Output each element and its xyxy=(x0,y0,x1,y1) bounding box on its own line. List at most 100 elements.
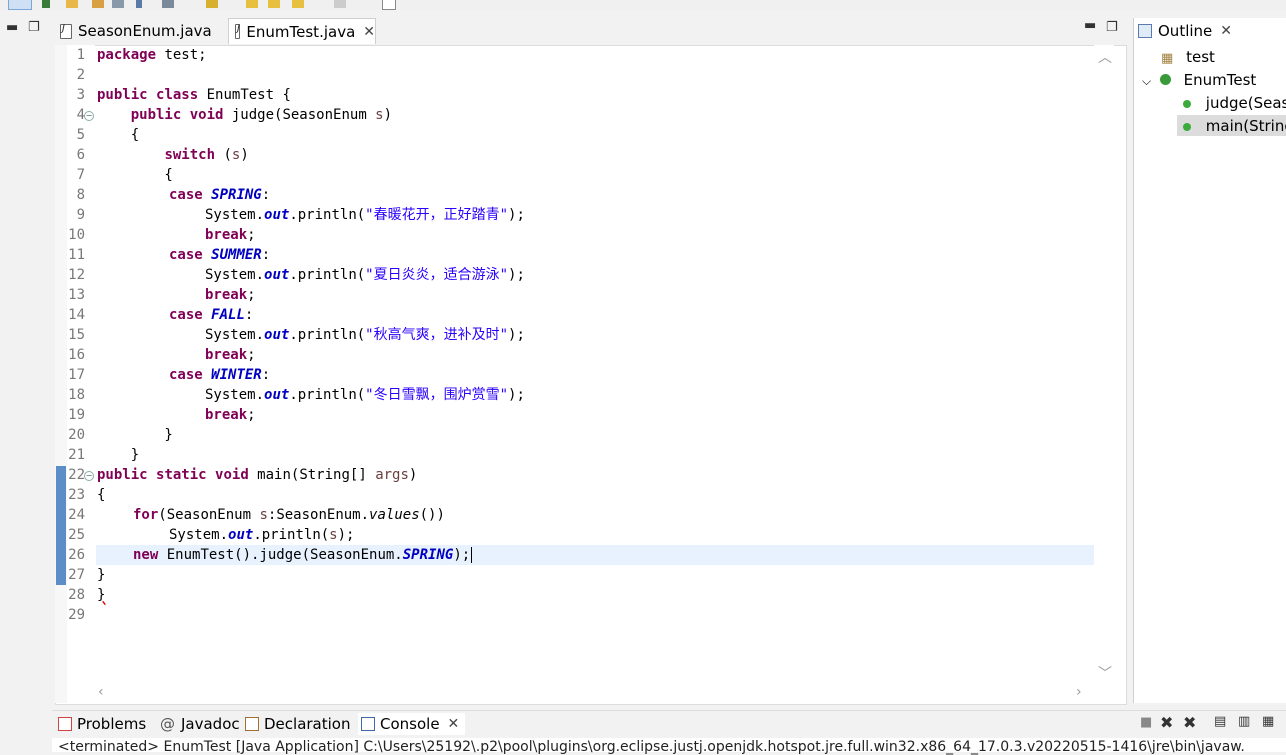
java-file-icon xyxy=(235,23,241,39)
code-line: for(SeasonEnum s:SeasonEnum.values()) xyxy=(133,507,445,523)
line-number: 7 xyxy=(76,167,85,183)
line-number: 29 xyxy=(68,607,85,623)
chevron-up-icon[interactable]: ︿ xyxy=(1098,47,1112,67)
line-number: 1 xyxy=(76,47,85,63)
tab-javadoc[interactable]: @ Javadoc xyxy=(160,713,240,735)
chevron-left-icon[interactable]: ‹ xyxy=(98,684,104,700)
code-line: } xyxy=(97,447,140,463)
new-file-icon[interactable] xyxy=(382,0,396,10)
code-line: System.out.println("冬日雪飘，围炉赏雪"); xyxy=(205,387,525,403)
next-edit-icon[interactable] xyxy=(334,0,346,8)
annotation-ruler xyxy=(55,45,67,703)
tab-label: EnumTest.java xyxy=(246,22,356,41)
pin-console-icon[interactable]: ▦ xyxy=(1262,714,1274,729)
outline-title: Outline xyxy=(1158,22,1213,40)
tab-console[interactable]: Console ✕ xyxy=(358,713,466,735)
package-icon[interactable] xyxy=(92,0,104,8)
tab-enum-test[interactable]: EnumTest.java ✕ xyxy=(228,18,376,44)
prev-edit-icon[interactable] xyxy=(292,0,304,8)
close-icon[interactable]: ✕ xyxy=(1220,23,1232,39)
scroll-lock-icon[interactable]: ▤ xyxy=(1214,714,1226,729)
code-line: { xyxy=(97,127,140,143)
tab-season-enum[interactable]: SeasonEnum.java xyxy=(60,18,212,44)
code-line: case SUMMER: xyxy=(169,247,271,263)
pin-icon[interactable] xyxy=(136,0,142,8)
close-icon[interactable]: ✕ xyxy=(363,24,375,40)
vertical-scrollbar[interactable]: ︿ ﹀ xyxy=(1094,45,1114,685)
chevron-down-icon[interactable]: ﹀ xyxy=(1098,663,1112,683)
outline-item-method[interactable]: main(String xyxy=(1183,117,1286,135)
chevron-right-icon[interactable]: › xyxy=(1076,684,1082,700)
code-line: break; xyxy=(205,287,256,303)
maximize-icon[interactable]: ❐ xyxy=(28,20,40,35)
up-arrow-icon[interactable] xyxy=(206,0,218,8)
line-number: 18 xyxy=(68,387,85,403)
code-line: case FALL: xyxy=(169,307,254,323)
search-icon[interactable] xyxy=(8,0,32,10)
text-cursor xyxy=(471,547,473,563)
line-number: 10 xyxy=(68,227,85,243)
code-line: package test; xyxy=(97,47,207,63)
code-line: public static void main(String[] args) xyxy=(97,467,418,483)
outline-item-class[interactable]: ⌵ EnumTest xyxy=(1142,71,1256,89)
code-line: System.out.println("秋高气爽，进补及时"); xyxy=(205,327,525,343)
remove-all-icon[interactable]: ✖ xyxy=(1183,713,1196,732)
line-number: 16 xyxy=(68,347,85,363)
java-file-icon xyxy=(60,23,72,39)
line-number: 8 xyxy=(76,187,85,203)
code-line: case SPRING: xyxy=(169,187,271,203)
code-line: } xyxy=(97,427,173,443)
line-number: 14 xyxy=(68,307,85,323)
tab-declaration[interactable]: Declaration xyxy=(245,713,350,735)
code-line: System.out.println("夏日炎炎，适合游泳"); xyxy=(205,267,525,283)
outline-item-package[interactable]: ▦ test xyxy=(1161,48,1215,66)
outline-icon xyxy=(1138,24,1152,38)
run-icon[interactable] xyxy=(66,0,78,8)
public-method-icon xyxy=(1183,100,1191,108)
tab-outline[interactable]: Outline ✕ xyxy=(1134,18,1244,44)
line-number-gutter: 1 2 3 4 5 6 7 8 9 10 11 12 13 14 15 16 1… xyxy=(67,45,95,685)
outline-item-method[interactable]: judge(Seas xyxy=(1183,94,1286,112)
debug-icon[interactable] xyxy=(42,0,50,8)
remove-launch-icon[interactable]: ✖ xyxy=(1160,713,1173,732)
fold-toggle-icon[interactable]: − xyxy=(84,111,94,121)
code-line: { xyxy=(97,487,106,503)
code-line: case WINTER: xyxy=(169,367,271,383)
code-line: public class EnumTest { xyxy=(97,87,291,103)
line-number: 5 xyxy=(76,127,85,143)
back-icon[interactable] xyxy=(246,0,258,8)
chevron-down-icon[interactable]: ⌵ xyxy=(1142,74,1151,88)
horizontal-scrollbar[interactable]: ‹ › xyxy=(96,684,1094,702)
minimize-icon[interactable]: ▬ xyxy=(1084,18,1096,33)
line-number: 3 xyxy=(76,87,85,103)
line-number: 13 xyxy=(68,287,85,303)
line-number: 27 xyxy=(68,567,85,583)
line-number: 25 xyxy=(68,527,85,543)
editor-tab-bar: SeasonEnum.java EnumTest.java ✕ ▬ ❐ xyxy=(52,18,1126,44)
forward-icon[interactable] xyxy=(268,0,280,8)
code-line: break; xyxy=(205,347,256,363)
package-icon: ▦ xyxy=(1161,51,1174,66)
minimize-icon[interactable]: ▬ xyxy=(6,20,18,35)
console-status-text: <terminated> EnumTest [Java Application]… xyxy=(58,739,1245,755)
terminate-icon[interactable]: ■ xyxy=(1140,715,1152,730)
edit-icon[interactable] xyxy=(162,0,174,8)
word-wrap-icon[interactable]: ▥ xyxy=(1238,714,1250,729)
problems-icon xyxy=(58,717,72,731)
tab-label: SeasonEnum.java xyxy=(78,22,212,40)
line-number: 6 xyxy=(76,147,85,163)
left-minimized-panel: ▬ ❐ xyxy=(0,14,50,752)
code-line: break; xyxy=(205,227,256,243)
code-line: { xyxy=(97,167,173,183)
tab-problems[interactable]: Problems xyxy=(58,713,146,735)
code-line: public void judge(SeasonEnum s) xyxy=(130,107,393,123)
line-number: 19 xyxy=(68,407,85,423)
fold-toggle-icon[interactable]: − xyxy=(84,471,94,481)
task-icon[interactable] xyxy=(112,0,124,8)
code-line: System.out.println(s); xyxy=(169,527,355,543)
maximize-icon[interactable]: ❐ xyxy=(1106,20,1118,35)
at-icon: @ xyxy=(160,715,175,733)
line-number: 21 xyxy=(68,447,85,463)
close-icon[interactable]: ✕ xyxy=(448,716,460,732)
code-line: } xyxy=(97,567,106,583)
